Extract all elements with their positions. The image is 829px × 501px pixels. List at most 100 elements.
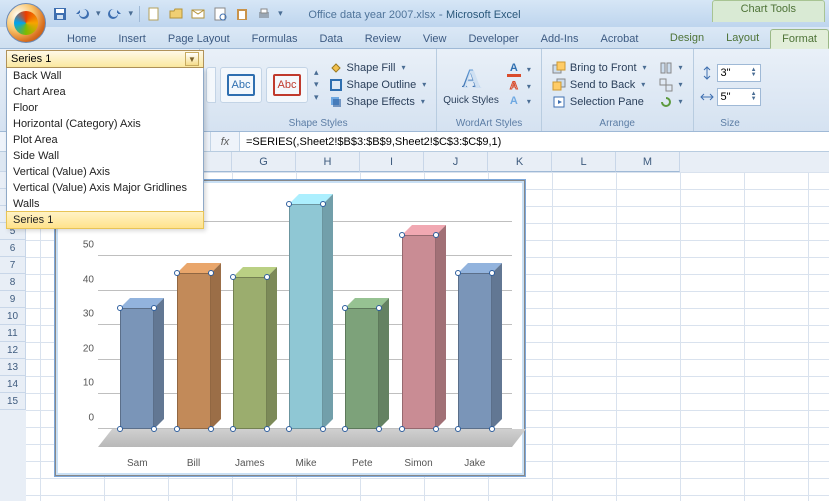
tab-layout[interactable]: Layout xyxy=(715,29,770,48)
selector-option[interactable]: Side Wall xyxy=(7,148,203,164)
wordart-icon[interactable]: A xyxy=(462,64,481,94)
tab-home[interactable]: Home xyxy=(56,30,107,48)
style-preset[interactable]: Abc xyxy=(220,67,262,103)
formula-input[interactable]: =SERIES(,Sheet2!$B$3:$B$9,Sheet2!$C$3:$C… xyxy=(240,132,829,151)
bar[interactable] xyxy=(177,273,211,429)
selector-option[interactable]: Back Wall xyxy=(7,68,203,84)
shape-styles-group: Abc Abc ▴ ▾ ▾ Shape Fill▾ Shape Outline▾… xyxy=(200,49,437,131)
selector-value: Series 1 xyxy=(11,53,51,65)
text-outline-icon: A xyxy=(507,80,521,92)
tab-review[interactable]: Review xyxy=(354,30,412,48)
selection-pane-icon xyxy=(552,95,566,109)
y-tick-label: 50 xyxy=(68,240,94,251)
size-group: 3"▲▼ 5"▲▼ Size xyxy=(694,49,767,131)
column-header[interactable]: G xyxy=(232,152,296,172)
selector-option[interactable]: Chart Area xyxy=(7,84,203,100)
row-header[interactable]: 13 xyxy=(0,359,26,376)
row-header[interactable]: 11 xyxy=(0,325,26,342)
row-header[interactable]: 9 xyxy=(0,291,26,308)
undo-dropdown-icon[interactable]: ▾ xyxy=(96,8,101,19)
gallery-up-icon[interactable]: ▴ xyxy=(314,67,319,78)
height-icon xyxy=(700,66,714,80)
tab-view[interactable]: View xyxy=(412,30,458,48)
selector-option[interactable]: Horizontal (Category) Axis xyxy=(7,116,203,132)
row-header[interactable]: 10 xyxy=(0,308,26,325)
selector-combobox[interactable]: Series 1 ▼ xyxy=(6,50,204,68)
office-button[interactable] xyxy=(6,3,46,43)
group-label: Arrange xyxy=(548,117,687,131)
selector-option[interactable]: Walls xyxy=(7,196,203,212)
tab-formulas[interactable]: Formulas xyxy=(241,30,309,48)
bar[interactable] xyxy=(289,204,323,429)
row-header[interactable]: 14 xyxy=(0,376,26,393)
align-button[interactable]: ▾ xyxy=(655,60,687,76)
selector-dropdown-list: Back WallChart AreaFloorHorizontal (Cate… xyxy=(6,68,204,229)
height-input[interactable]: 3"▲▼ xyxy=(717,64,761,82)
bar[interactable] xyxy=(402,235,436,429)
redo-icon[interactable] xyxy=(107,6,123,22)
width-input[interactable]: 5"▲▼ xyxy=(717,88,761,106)
gallery-more-icon[interactable]: ▾ xyxy=(314,92,319,103)
chevron-down-icon[interactable]: ▼ xyxy=(185,52,199,66)
text-fill-button[interactable]: A▾ xyxy=(503,61,535,78)
selector-option[interactable]: Vertical (Value) Axis xyxy=(7,164,203,180)
save-icon[interactable] xyxy=(52,6,68,22)
text-outline-button[interactable]: A▾ xyxy=(503,79,535,93)
group-label: WordArt Styles xyxy=(443,117,535,131)
column-header[interactable]: K xyxy=(488,152,552,172)
new-icon[interactable] xyxy=(146,6,162,22)
bar[interactable] xyxy=(120,308,154,429)
qat-customize-icon[interactable]: ▾ xyxy=(278,8,283,19)
y-tick-label: 30 xyxy=(68,309,94,320)
redo-dropdown-icon[interactable]: ▾ xyxy=(129,8,134,19)
chart-element-selector[interactable]: Series 1 ▼ Back WallChart AreaFloorHoriz… xyxy=(6,50,204,229)
column-header[interactable]: H xyxy=(296,152,360,172)
row-header[interactable]: 12 xyxy=(0,342,26,359)
tab-data[interactable]: Data xyxy=(308,30,353,48)
text-effects-button[interactable]: A▾ xyxy=(503,94,535,108)
print-preview-icon[interactable] xyxy=(212,6,228,22)
tab-add-ins[interactable]: Add-Ins xyxy=(530,30,590,48)
rotate-button[interactable]: ▾ xyxy=(655,94,687,110)
row-header[interactable]: 15 xyxy=(0,393,26,410)
arrange-group: Bring to Front▾ Send to Back▾ Selection … xyxy=(542,49,694,131)
column-header[interactable]: I xyxy=(360,152,424,172)
ribbon-tabs: HomeInsertPage LayoutFormulasDataReviewV… xyxy=(0,27,829,49)
tab-page-layout[interactable]: Page Layout xyxy=(157,30,241,48)
fx-icon[interactable]: fx xyxy=(210,132,240,151)
x-tick-label: James xyxy=(225,458,275,469)
bring-to-front-button[interactable]: Bring to Front▾ xyxy=(548,60,651,76)
tab-insert[interactable]: Insert xyxy=(107,30,157,48)
pen-icon xyxy=(329,78,343,92)
row-header[interactable]: 8 xyxy=(0,274,26,291)
tab-acrobat[interactable]: Acrobat xyxy=(590,30,650,48)
group-button[interactable]: ▾ xyxy=(655,77,687,93)
tab-developer[interactable]: Developer xyxy=(457,30,529,48)
bar[interactable] xyxy=(233,277,267,429)
selector-option[interactable]: Floor xyxy=(7,100,203,116)
selector-option[interactable]: Vertical (Value) Axis Major Gridlines xyxy=(7,180,203,196)
paste-icon[interactable] xyxy=(234,6,250,22)
gallery-down-icon[interactable]: ▾ xyxy=(314,79,319,90)
column-header[interactable]: J xyxy=(424,152,488,172)
send-to-back-button[interactable]: Send to Back▾ xyxy=(548,77,651,93)
row-header[interactable]: 7 xyxy=(0,257,26,274)
bar[interactable] xyxy=(345,308,379,429)
style-preset[interactable]: Abc xyxy=(266,67,308,103)
undo-icon[interactable] xyxy=(74,6,90,22)
bar[interactable] xyxy=(458,273,492,429)
shape-effects-button[interactable]: Shape Effects▾ xyxy=(325,94,431,110)
selection-pane-button[interactable]: Selection Pane xyxy=(548,94,651,110)
tab-format[interactable]: Format xyxy=(770,29,829,49)
open-icon[interactable] xyxy=(168,6,184,22)
tab-design[interactable]: Design xyxy=(659,29,715,48)
mail-icon[interactable] xyxy=(190,6,206,22)
selector-option[interactable]: Series 1 xyxy=(6,211,204,229)
shape-fill-button[interactable]: Shape Fill▾ xyxy=(325,60,431,76)
column-header[interactable]: M xyxy=(616,152,680,172)
selector-option[interactable]: Plot Area xyxy=(7,132,203,148)
shape-outline-button[interactable]: Shape Outline▾ xyxy=(325,77,431,93)
row-header[interactable]: 6 xyxy=(0,240,26,257)
column-header[interactable]: L xyxy=(552,152,616,172)
print-icon[interactable] xyxy=(256,6,272,22)
